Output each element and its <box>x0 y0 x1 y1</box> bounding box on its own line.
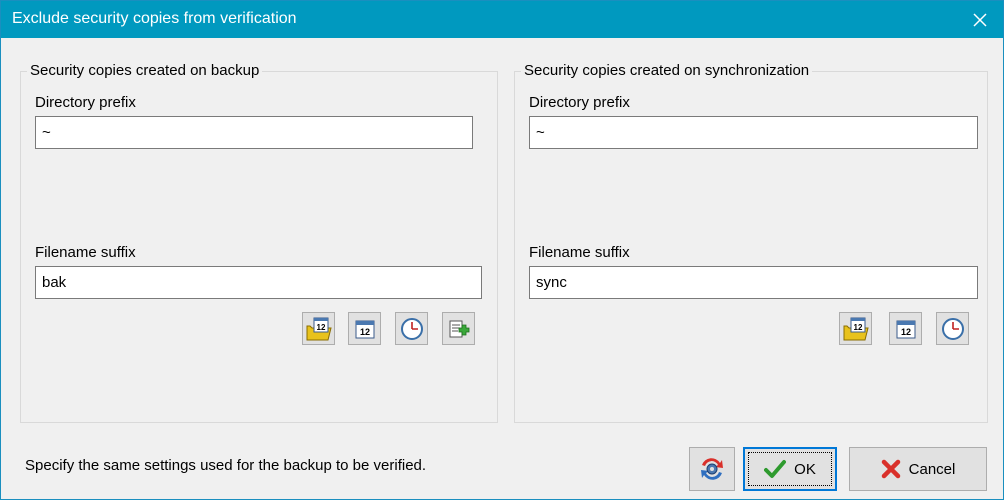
backup-suffix-input[interactable] <box>35 266 482 299</box>
sync-suffix-label: Filename suffix <box>529 244 630 261</box>
sync-suffix-input[interactable] <box>529 266 978 299</box>
ok-button[interactable]: OK <box>743 447 837 491</box>
backup-insert-time-button[interactable] <box>395 312 428 345</box>
svg-text:12: 12 <box>316 323 325 332</box>
close-icon <box>973 12 987 27</box>
ok-label: OK <box>794 460 816 478</box>
window-title: Exclude security copies from verificatio… <box>12 10 297 27</box>
settings-button[interactable] <box>689 447 735 491</box>
title-bar[interactable]: Exclude security copies from verificatio… <box>1 1 1003 38</box>
folder-calendar-icon: 12 <box>306 317 332 340</box>
backup-group-legend: Security copies created on backup <box>27 62 263 79</box>
gear-arrows-icon <box>701 458 723 480</box>
sync-dir-prefix-input[interactable] <box>529 116 978 149</box>
sync-insert-time-button[interactable] <box>936 312 969 345</box>
close-button[interactable] <box>957 1 1003 38</box>
backup-group: Security copies created on backup Direct… <box>20 62 498 423</box>
clock-icon <box>941 317 964 340</box>
backup-insert-folder-date-button[interactable]: 12 <box>302 312 335 345</box>
checkmark-icon <box>764 460 787 478</box>
folder-calendar-icon: 12 <box>843 317 869 340</box>
cancel-button[interactable]: Cancel <box>849 447 987 491</box>
cancel-label: Cancel <box>908 460 956 478</box>
calendar-icon: 12 <box>896 320 915 338</box>
svg-text:12: 12 <box>359 327 369 337</box>
hint-text: Specify the same settings used for the b… <box>25 457 427 474</box>
svg-text:12: 12 <box>900 327 910 337</box>
backup-dir-prefix-label: Directory prefix <box>35 94 136 111</box>
sync-insert-date-button[interactable]: 12 <box>889 312 922 345</box>
backup-add-button[interactable] <box>442 312 475 345</box>
dialog-window: Exclude security copies from verificatio… <box>0 0 1004 500</box>
backup-dir-prefix-input[interactable] <box>35 116 473 149</box>
add-document-icon <box>449 320 469 337</box>
backup-suffix-label: Filename suffix <box>35 244 136 261</box>
backup-insert-date-button[interactable]: 12 <box>348 312 381 345</box>
svg-text:12: 12 <box>853 323 862 332</box>
clock-icon <box>400 317 423 340</box>
sync-group-legend: Security copies created on synchronizati… <box>521 62 813 79</box>
sync-group: Security copies created on synchronizati… <box>514 62 988 423</box>
calendar-icon: 12 <box>355 320 374 338</box>
ok-focus-rect <box>748 452 832 486</box>
sync-dir-prefix-label: Directory prefix <box>529 94 630 111</box>
sync-insert-folder-date-button[interactable]: 12 <box>839 312 872 345</box>
cancel-x-icon <box>881 459 900 479</box>
